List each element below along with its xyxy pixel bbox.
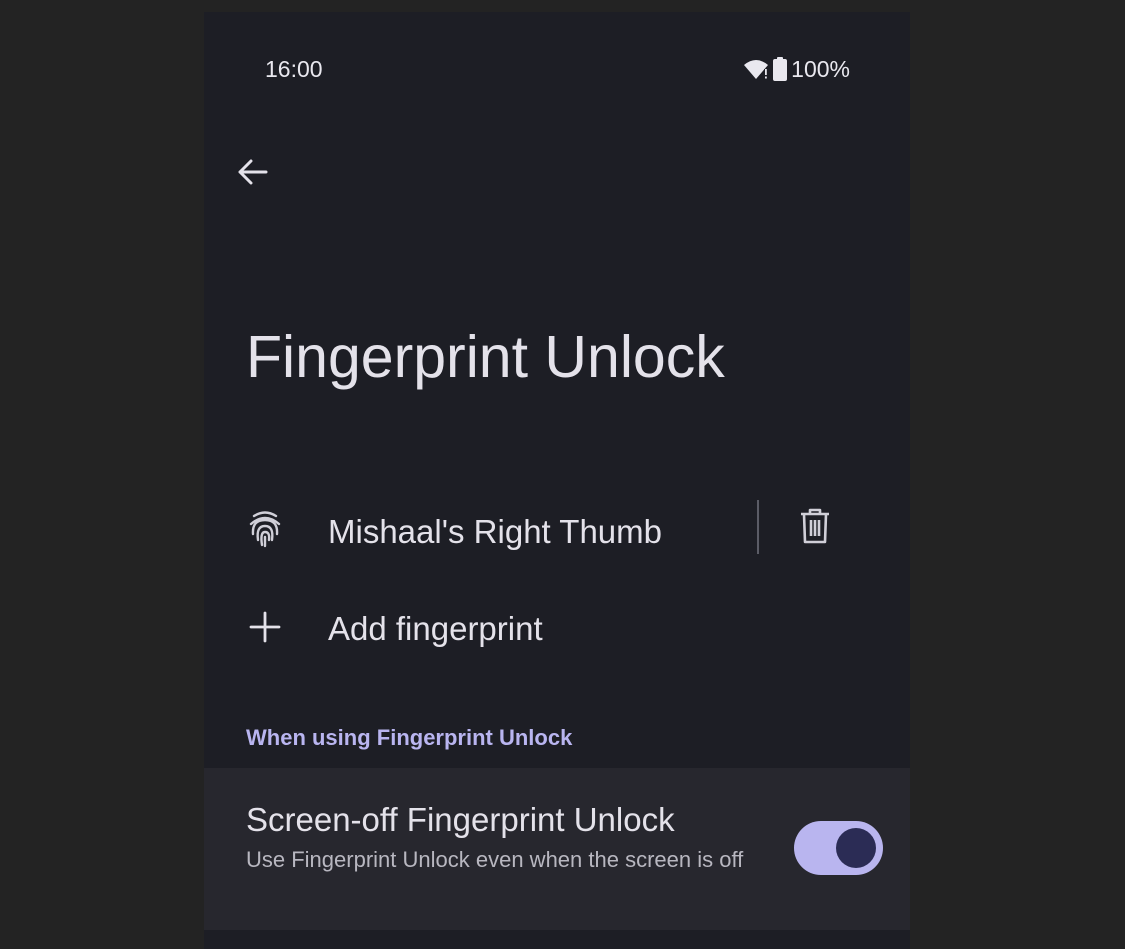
toggle-thumb — [836, 828, 876, 868]
section-header: When using Fingerprint Unlock — [246, 725, 573, 750]
back-button[interactable] — [232, 154, 272, 194]
delete-fingerprint-button[interactable] — [800, 508, 840, 548]
screen-off-unlock-toggle[interactable] — [794, 821, 883, 875]
battery-icon — [773, 57, 788, 81]
divider — [757, 500, 759, 554]
fingerprint-item[interactable]: Mishaal's Right Thumb — [204, 490, 910, 574]
page-title: Fingerprint Unlock — [246, 324, 725, 390]
status-bar: 16:00 100% — [204, 12, 910, 82]
wifi-icon — [743, 58, 769, 80]
add-fingerprint-label: Add fingerprint — [328, 610, 543, 647]
arrow-left-icon — [236, 158, 268, 191]
plus-icon — [248, 610, 282, 649]
trash-icon — [800, 508, 830, 548]
screen-off-unlock-setting[interactable]: Screen-off Fingerprint Unlock Use Finger… — [204, 768, 910, 930]
status-icons: 100% — [743, 56, 850, 82]
status-time: 16:00 — [265, 56, 323, 82]
settings-screen: 16:00 100% Fingerprint Unlock Mishaal's … — [204, 12, 910, 949]
add-fingerprint-button[interactable]: Add fingerprint — [204, 592, 910, 668]
setting-description: Use Fingerprint Unlock even when the scr… — [246, 847, 744, 872]
fingerprint-icon — [248, 510, 282, 553]
fingerprint-name: Mishaal's Right Thumb — [328, 513, 662, 550]
setting-title: Screen-off Fingerprint Unlock — [246, 801, 675, 838]
battery-percent: 100% — [791, 56, 850, 82]
